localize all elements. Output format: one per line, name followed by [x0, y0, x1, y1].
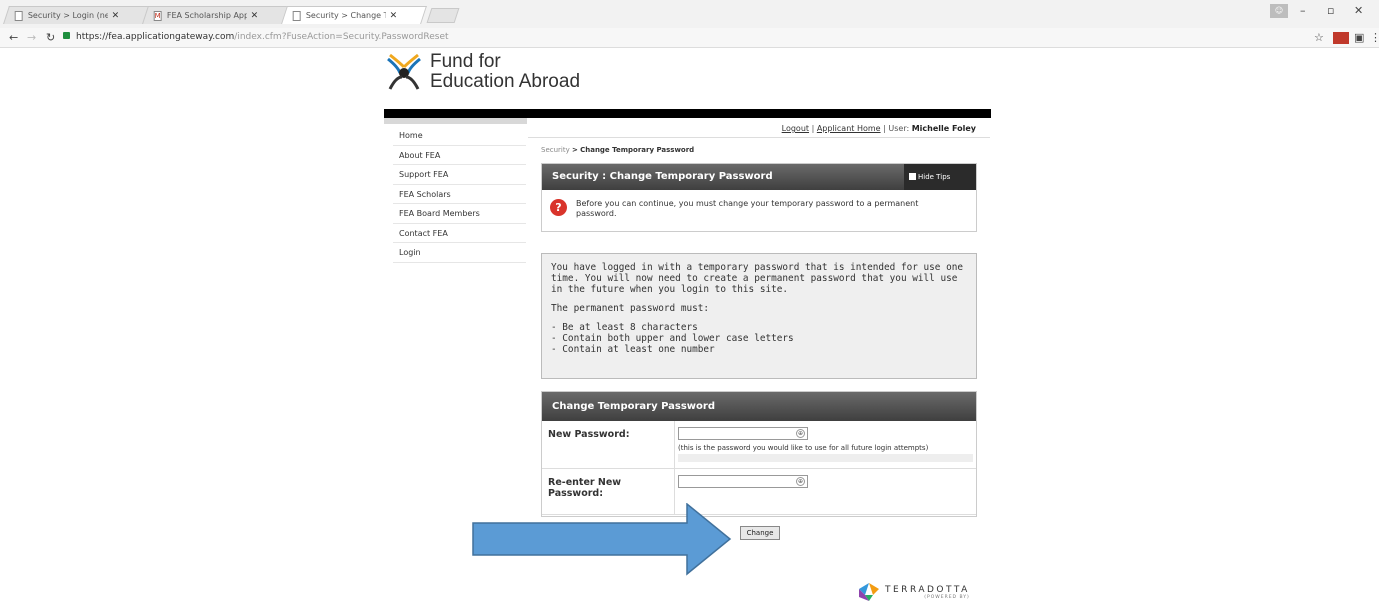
back-arrow-icon[interactable]: ← — [9, 31, 18, 44]
breadcrumb-security-link[interactable]: Security — [541, 146, 570, 154]
terradotta-logo: TERRADOTTA (POWERED BY) — [859, 583, 970, 601]
breadcrumb-current: Change Temporary Password — [580, 146, 695, 154]
change-password-form: Change Temporary Password New Password: … — [541, 391, 977, 517]
user-bar: Logout | Applicant Home | User: Michelle… — [528, 120, 990, 138]
hide-tips-button[interactable]: Hide Tips — [904, 164, 976, 190]
annotation-arrow — [472, 503, 732, 576]
new-password-row: New Password: ⊕ (this is the password yo… — [542, 421, 976, 469]
extension-icon[interactable]: ▣ — [1354, 31, 1364, 44]
sidebar-item-fea-scholars[interactable]: FEA Scholars — [393, 185, 526, 204]
new-password-label: New Password: — [542, 421, 675, 468]
security-notice-panel: Security : Change Temporary Password Hid… — [541, 163, 977, 232]
user-label: User: — [888, 124, 910, 133]
password-rule: - Be at least 8 characters — [551, 322, 698, 333]
page-icon — [14, 10, 23, 21]
close-icon[interactable]: ✕ — [390, 11, 398, 21]
tab-title: Security > Login (new u — [27, 11, 108, 20]
new-tab-button[interactable] — [426, 8, 460, 23]
page-title: Security : Change Temporary Password — [552, 171, 773, 182]
form-header: Change Temporary Password — [542, 392, 976, 421]
lock-icon — [63, 32, 70, 39]
page-icon — [292, 10, 301, 21]
window-close-icon[interactable]: ✕ — [1354, 4, 1363, 17]
sidebar-item-login[interactable]: Login — [393, 243, 526, 263]
password-rules-list: - Be at least 8 characters - Contain bot… — [551, 322, 967, 355]
sidebar-nav: Home About FEA Support FEA FEA Scholars … — [393, 126, 526, 263]
password-manager-icon[interactable]: ⊕ — [796, 477, 805, 486]
browser-tab-fea-scholarship[interactable]: M FEA Scholarship Applica ✕ — [142, 6, 288, 24]
close-icon[interactable]: ✕ — [251, 11, 259, 21]
close-icon[interactable]: ✕ — [112, 11, 120, 21]
breadcrumb: Security > Change Temporary Password — [541, 146, 694, 154]
separator: | — [883, 124, 886, 133]
notice-message: Before you can continue, you must change… — [576, 199, 919, 218]
sidebar-item-fea-board-members[interactable]: FEA Board Members — [393, 204, 526, 224]
sidebar-item-about-fea[interactable]: About FEA — [393, 146, 526, 165]
url-field[interactable]: https://fea.applicationgateway.com/index… — [63, 30, 1243, 45]
hint-band — [678, 454, 973, 462]
hide-tips-label: Hide Tips — [918, 173, 951, 181]
new-password-input[interactable]: ⊕ — [678, 427, 808, 440]
header-bar — [384, 109, 991, 118]
sidebar-item-support-fea[interactable]: Support FEA — [393, 165, 526, 185]
info-paragraph-1: You have logged in with a temporary pass… — [551, 262, 964, 295]
logo-text: Fund for Education Abroad — [430, 52, 580, 92]
password-rule: - Contain at least one number — [551, 344, 715, 355]
reload-icon[interactable]: ↻ — [46, 31, 55, 44]
sidebar-item-contact-fea[interactable]: Contact FEA — [393, 224, 526, 243]
star-icon[interactable]: ☆ — [1314, 31, 1324, 44]
footer-powered-by: (POWERED BY) — [924, 594, 970, 600]
browser-tab-security-login[interactable]: Security > Login (new u ✕ — [3, 6, 149, 24]
breadcrumb-separator: > — [571, 146, 578, 154]
password-manager-icon[interactable]: ⊕ — [796, 429, 805, 438]
info-paragraph-2: The permanent password must: — [551, 303, 710, 314]
notice-panel-header: Security : Change Temporary Password Hid… — [542, 164, 976, 190]
separator: | — [811, 124, 815, 133]
checkbox-icon — [909, 173, 916, 180]
logo-line2: Education Abroad — [430, 71, 581, 92]
password-rule: - Contain both upper and lower case lett… — [551, 333, 794, 344]
sidebar-item-home[interactable]: Home — [393, 126, 526, 146]
gmail-icon: M — [153, 10, 162, 21]
maximize-icon[interactable]: ▫ — [1327, 4, 1334, 17]
url-path: /index.cfm?FuseAction=Security.PasswordR… — [234, 32, 449, 42]
address-bar-row: ← → ↻ https://fea.applicationgateway.com… — [0, 28, 1379, 48]
tab-title: Security > Change Temp — [305, 11, 386, 20]
logout-link[interactable]: Logout — [782, 124, 809, 133]
user-name: Michelle Foley — [911, 124, 976, 133]
minimize-icon[interactable]: – — [1300, 4, 1306, 17]
forward-arrow-icon[interactable]: → — [27, 31, 36, 44]
fea-logo-icon — [387, 53, 421, 90]
applicant-home-link[interactable]: Applicant Home — [817, 124, 881, 133]
tab-title: FEA Scholarship Applica — [166, 11, 247, 20]
reenter-password-input[interactable]: ⊕ — [678, 475, 808, 488]
extension-pdf-icon[interactable] — [1333, 32, 1349, 44]
question-icon: ? — [550, 199, 567, 216]
terradotta-icon — [859, 583, 879, 601]
change-button[interactable]: Change — [740, 526, 780, 540]
notice-body: ? Before you can continue, you must chan… — [542, 190, 976, 228]
url-host: https://fea.applicationgateway.com — [76, 32, 235, 42]
menu-dots-icon[interactable]: ⋮ — [1370, 31, 1379, 44]
profile-icon[interactable]: ☺ — [1270, 4, 1288, 18]
password-info-box: You have logged in with a temporary pass… — [541, 253, 977, 379]
new-password-hint: (this is the password you would like to … — [678, 444, 929, 452]
new-password-cell: ⊕ (this is the password you would like t… — [675, 421, 976, 468]
footer-text: TERRADOTTA (POWERED BY) — [885, 585, 970, 600]
site-logo[interactable]: Fund for Education Abroad — [386, 52, 580, 92]
sidebar-header-strip — [384, 118, 527, 124]
footer-brand: TERRADOTTA — [885, 584, 970, 595]
logo-line1: Fund for — [430, 51, 501, 72]
browser-tab-change-temp[interactable]: Security > Change Temp ✕ — [281, 6, 427, 24]
